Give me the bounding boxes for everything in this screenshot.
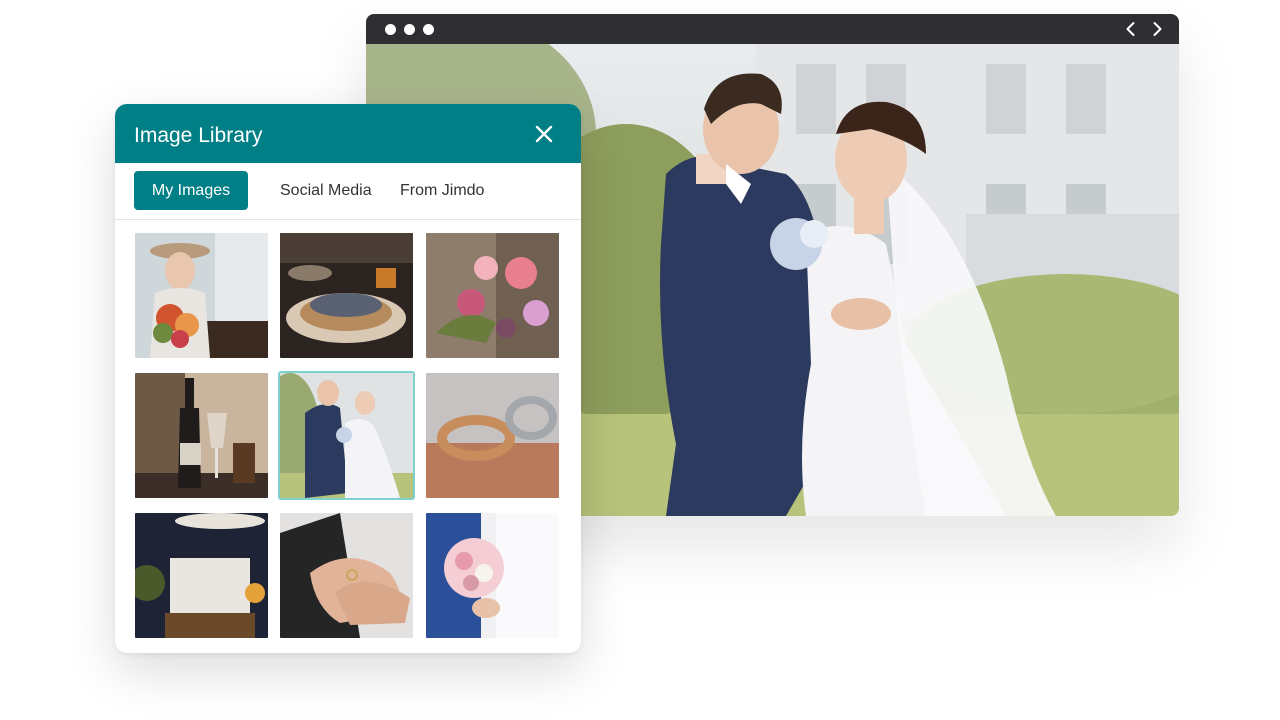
image-thumbnail-wedding-couple[interactable] bbox=[278, 371, 415, 500]
chevron-right-icon[interactable] bbox=[1147, 19, 1167, 39]
tab-from-jimdo[interactable]: From Jimdo bbox=[400, 171, 484, 210]
image-library-panel: Image Library My Images Social Media Fro… bbox=[115, 104, 581, 653]
window-dot[interactable] bbox=[385, 24, 396, 35]
image-thumbnail-flower-bouquet[interactable] bbox=[426, 233, 559, 358]
browser-toolbar bbox=[366, 14, 1179, 44]
tab-social-media[interactable]: Social Media bbox=[280, 171, 372, 210]
window-dot[interactable] bbox=[404, 24, 415, 35]
tab-my-images[interactable]: My Images bbox=[134, 171, 248, 210]
chevron-left-icon[interactable] bbox=[1121, 19, 1141, 39]
image-thumbnail-wine-bottle[interactable] bbox=[135, 373, 268, 498]
panel-header: Image Library bbox=[115, 104, 581, 163]
panel-title: Image Library bbox=[134, 124, 263, 147]
image-thumbnail-hands-with-ring[interactable] bbox=[280, 513, 413, 638]
close-icon[interactable] bbox=[532, 122, 556, 146]
image-thumbnail-bride-with-hat[interactable] bbox=[135, 233, 268, 358]
image-thumbnail-table-setting[interactable] bbox=[280, 233, 413, 358]
tab-bar: My Images Social Media From Jimdo bbox=[115, 163, 581, 220]
window-dot[interactable] bbox=[423, 24, 434, 35]
image-thumbnail-wedding-rings[interactable] bbox=[426, 373, 559, 498]
stage: Image Library My Images Social Media Fro… bbox=[0, 0, 1280, 720]
image-thumbnail-outdoor-chairs[interactable] bbox=[135, 513, 268, 638]
image-thumbnail-bride-bouquet[interactable] bbox=[426, 513, 559, 638]
